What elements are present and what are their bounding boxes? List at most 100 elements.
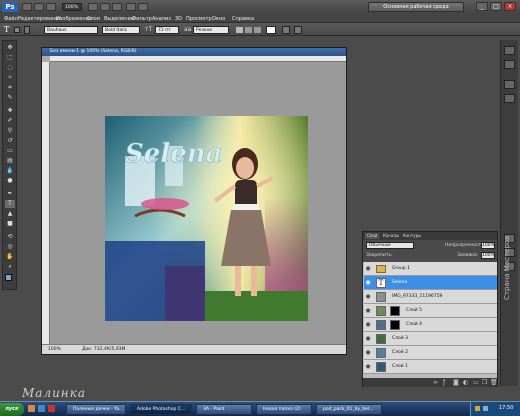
move-tool-icon[interactable]: ✥ — [5, 44, 15, 52]
font-family-select[interactable]: Bauhaus — [44, 26, 98, 34]
marquee-tool-icon[interactable]: ⬚ — [5, 54, 15, 62]
font-size-field[interactable]: 72 пт — [155, 26, 179, 34]
swatches-panel-icon[interactable] — [504, 60, 515, 69]
path-selection-tool-icon[interactable]: ▲ — [5, 210, 15, 218]
workspace-button[interactable]: Основная рабочая среда — [368, 2, 464, 12]
adjustment-layer-icon[interactable]: ◐ — [463, 379, 468, 386]
pen-tool-icon[interactable]: ✒ — [5, 190, 15, 198]
zoom-tool-button[interactable] — [100, 3, 110, 11]
eraser-tool-icon[interactable]: ▭ — [5, 147, 15, 155]
taskbar-item-paint[interactable]: 3A - Paint — [196, 404, 252, 415]
menu-file[interactable]: Файл — [4, 16, 18, 22]
status-zoom[interactable]: 100% — [48, 345, 61, 354]
text-color-swatch[interactable] — [266, 26, 276, 34]
tray-icon[interactable] — [475, 406, 480, 411]
warp-text-icon[interactable] — [282, 26, 290, 34]
magic-wand-tool-icon[interactable]: ✧ — [5, 74, 15, 82]
clock[interactable]: 17:50 — [499, 405, 513, 411]
taskbar-item-browser[interactable]: Паленые дочки - Ya... — [66, 404, 126, 415]
visibility-eye-icon[interactable]: ◉ — [365, 322, 371, 328]
visibility-eye-icon[interactable]: ◉ — [365, 308, 371, 314]
add-mask-icon[interactable]: ◙ — [453, 379, 459, 386]
quicklaunch-icon[interactable] — [28, 405, 35, 412]
close-button[interactable]: × — [504, 2, 516, 11]
layer-row-5[interactable]: ◉ Слой 5 — [364, 304, 497, 318]
layer-mask-thumbnail[interactable] — [390, 306, 400, 316]
maximize-button[interactable]: □ — [490, 2, 502, 11]
layer-mask-thumbnail[interactable] — [390, 320, 400, 330]
tab-layers[interactable]: Слои — [365, 233, 380, 239]
align-center-icon[interactable] — [245, 27, 252, 33]
menu-window[interactable]: Окно — [212, 16, 225, 22]
crop-tool-icon[interactable]: ⌗ — [5, 84, 15, 92]
start-button[interactable]: пуск — [0, 403, 24, 416]
masks-panel-icon[interactable] — [504, 94, 515, 103]
canvas-pasteboard[interactable]: Selena — [50, 62, 346, 344]
gradient-tool-icon[interactable]: ▤ — [5, 157, 15, 165]
align-left-icon[interactable] — [236, 27, 243, 33]
orientation-toggle-icon[interactable] — [24, 26, 30, 34]
visibility-eye-icon[interactable]: ◉ — [365, 280, 371, 286]
hand-tool-button[interactable] — [88, 3, 98, 11]
layer-row-2[interactable]: ◉ Слой 2 — [364, 346, 497, 360]
layer-row-4[interactable]: ◉ Слой 4 — [364, 318, 497, 332]
bridge-button[interactable] — [22, 3, 32, 11]
menu-analysis[interactable]: Анализ — [152, 16, 171, 22]
visibility-eye-icon[interactable]: ◉ — [365, 350, 371, 356]
rotate-view-button[interactable] — [112, 3, 122, 11]
document-tab[interactable]: Без имени-1 @ 100% (Selena, RGB/8) — [42, 48, 346, 56]
layer-row-selena[interactable]: ◉ T Selena — [364, 276, 497, 290]
link-layers-icon[interactable]: ∞ — [433, 379, 438, 386]
trash-icon[interactable]: 🗑 — [490, 379, 498, 386]
eyedropper-tool-icon[interactable]: ✎ — [5, 94, 15, 102]
brush-tool-icon[interactable]: ✐ — [5, 117, 15, 125]
quicklaunch-icon[interactable] — [48, 405, 55, 412]
screen-mode-button[interactable] — [138, 3, 148, 11]
new-group-icon[interactable]: ▭ — [473, 379, 479, 386]
foreground-color-swatch[interactable] — [5, 274, 12, 281]
lasso-tool-icon[interactable]: ◌ — [5, 64, 15, 72]
3d-rotate-tool-icon[interactable]: ⟲ — [5, 233, 15, 241]
tab-paths[interactable]: Контуры — [401, 233, 423, 239]
character-panel-icon[interactable] — [294, 26, 302, 34]
taskbar-item-photoshop[interactable]: Adobe Photoshop C... — [130, 404, 192, 415]
minibridge-button[interactable] — [34, 3, 44, 11]
dodge-tool-icon[interactable]: ● — [5, 177, 15, 185]
opacity-field[interactable]: 100% — [481, 242, 495, 249]
shape-tool-icon[interactable]: ■ — [5, 220, 15, 228]
zoom-dropdown[interactable]: 100% — [62, 3, 82, 11]
color-panel-icon[interactable] — [504, 46, 515, 55]
view-extras-button[interactable] — [46, 3, 56, 11]
hand-tool-icon[interactable]: ✋ — [5, 253, 15, 261]
visibility-eye-icon[interactable]: ◉ — [365, 336, 371, 342]
clone-stamp-tool-icon[interactable]: ⚲ — [5, 127, 15, 135]
layer-row-3[interactable]: ◉ Слой 3 — [364, 332, 497, 346]
zoom-tool-icon[interactable]: ⌕ — [5, 263, 15, 271]
menu-3d[interactable]: 3D — [175, 16, 182, 22]
menu-view[interactable]: Просмотр — [186, 16, 212, 22]
anti-alias-select[interactable]: Резкое — [193, 26, 229, 34]
healing-brush-tool-icon[interactable]: ✚ — [5, 107, 15, 115]
visibility-eye-icon[interactable]: ◉ — [365, 266, 371, 272]
status-doc-info[interactable]: Док: 732,4К/5,93М — [82, 345, 125, 354]
layer-row-group[interactable]: ◉ Group 1 — [364, 262, 497, 276]
blur-tool-icon[interactable]: 💧 — [5, 167, 15, 175]
tab-channels[interactable]: Каналы — [381, 233, 401, 239]
menu-select[interactable]: Выделение — [104, 16, 134, 22]
adjustments-panel-icon[interactable] — [504, 80, 515, 89]
layer-row-image[interactable]: ◉ IMG_97333_11196759 — [364, 290, 497, 304]
menu-filter[interactable]: Фильтр — [132, 16, 152, 22]
layer-style-icon[interactable]: ƒ — [443, 379, 445, 386]
artwork-canvas[interactable]: Selena — [105, 116, 308, 321]
taskbar-item-pod-pack[interactable]: pod_pack_01_by_bel... — [316, 404, 382, 415]
arrange-documents-button[interactable] — [126, 3, 136, 11]
type-tool-icon[interactable]: T — [5, 200, 15, 208]
align-right-icon[interactable] — [254, 27, 261, 33]
font-style-select[interactable]: Bold Italic — [102, 26, 140, 34]
tool-preset-picker[interactable] — [14, 27, 20, 33]
visibility-eye-icon[interactable]: ◉ — [365, 294, 371, 300]
blend-mode-select[interactable]: Обычные — [366, 242, 414, 249]
history-brush-tool-icon[interactable]: ↺ — [5, 137, 15, 145]
layer-row-1[interactable]: ◉ Слой 1 — [364, 360, 497, 374]
taskbar-item-folder[interactable]: Новая папка (2) — [256, 404, 312, 415]
